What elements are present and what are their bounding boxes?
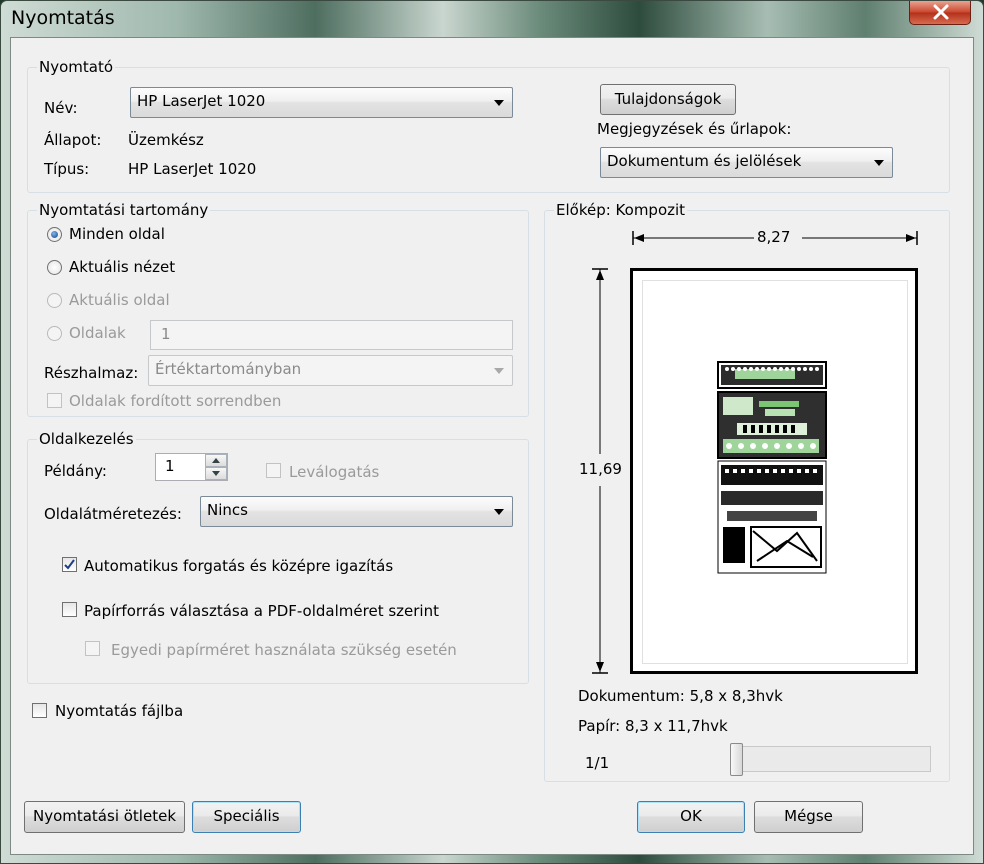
reverse-order-label: Oldalak fordított sorrendben bbox=[69, 392, 282, 410]
copies-value: 1 bbox=[165, 457, 175, 475]
custom-paper-checkbox[interactable] bbox=[85, 641, 100, 656]
autorotate-label[interactable]: Automatikus forgatás és középre igazítás bbox=[84, 557, 393, 575]
subset-combo[interactable]: Értéktartományban bbox=[148, 355, 513, 386]
page-handling-legend: Oldalkezelés bbox=[37, 430, 136, 448]
print-to-file-label[interactable]: Nyomtatás fájlba bbox=[55, 702, 183, 720]
paper-source-label[interactable]: Papírforrás választása a PDF-oldalméret … bbox=[84, 602, 439, 620]
properties-button[interactable]: Tulajdonságok bbox=[600, 84, 736, 115]
collate-checkbox[interactable] bbox=[266, 463, 281, 478]
advanced-button[interactable]: Speciális bbox=[192, 801, 301, 833]
window-title: Nyomtatás bbox=[11, 7, 115, 29]
all-pages-label[interactable]: Minden oldal bbox=[69, 225, 165, 243]
printer-name-label: Név: bbox=[44, 99, 78, 117]
pages-input[interactable]: 1 bbox=[150, 320, 513, 350]
subset-value: Értéktartományban bbox=[155, 360, 302, 378]
chevron-down-icon bbox=[494, 100, 504, 106]
radio-current-view[interactable] bbox=[47, 260, 62, 275]
paper-size: Papír: 8,3 x 11,7hvk bbox=[578, 717, 728, 735]
preview-page bbox=[630, 268, 918, 674]
preview-width-value: 8,27 bbox=[757, 228, 791, 246]
pages-label: Oldalak bbox=[69, 324, 126, 342]
scaling-value: Nincs bbox=[207, 501, 248, 519]
print-dialog-window: Nyomtatás Nyomtató Név: HP LaserJet 1020… bbox=[0, 0, 984, 864]
close-icon bbox=[933, 4, 949, 20]
print-to-file-checkbox[interactable] bbox=[32, 703, 47, 718]
current-view-label[interactable]: Aktuális nézet bbox=[69, 258, 175, 276]
cancel-button[interactable]: Mégse bbox=[754, 801, 863, 833]
copies-label: Példány: bbox=[44, 462, 107, 480]
copies-up-button[interactable] bbox=[205, 454, 227, 467]
checkmark-icon bbox=[64, 559, 75, 570]
radio-current-page[interactable] bbox=[47, 293, 62, 308]
current-page-label: Aktuális oldal bbox=[69, 291, 170, 309]
copies-down-button[interactable] bbox=[205, 467, 227, 480]
printer-status-label: Állapot: bbox=[44, 131, 102, 149]
page-slider-track[interactable] bbox=[730, 746, 931, 772]
arrow-down-icon bbox=[212, 471, 220, 476]
page-counter: 1/1 bbox=[585, 754, 610, 772]
comments-forms-value: Dokumentum és jelölések bbox=[607, 152, 802, 170]
comments-forms-label: Megjegyzések és űrlapok: bbox=[597, 120, 792, 138]
document-size: Dokumentum: 5,8 x 8,3hvk bbox=[578, 687, 783, 705]
ok-button[interactable]: OK bbox=[637, 801, 745, 833]
chevron-down-icon bbox=[494, 509, 504, 515]
collate-label: Leválogatás bbox=[289, 463, 380, 481]
preview-height-value: 11,69 bbox=[579, 460, 622, 478]
radio-all-pages[interactable] bbox=[47, 227, 62, 242]
custom-paper-label: Egyedi papírméret használata szükség ese… bbox=[111, 641, 457, 659]
chevron-down-icon bbox=[494, 368, 504, 374]
radio-pages[interactable] bbox=[47, 326, 62, 341]
close-button[interactable] bbox=[909, 1, 971, 25]
printer-name-combo[interactable]: HP LaserJet 1020 bbox=[130, 87, 513, 118]
scaling-label: Oldalátméretezés: bbox=[44, 505, 182, 523]
page-slider-thumb[interactable] bbox=[730, 743, 743, 776]
dialog-client: Nyomtató Név: HP LaserJet 1020 Állapot: … bbox=[10, 37, 974, 855]
printer-name-value: HP LaserJet 1020 bbox=[137, 92, 266, 110]
comments-forms-combo[interactable]: Dokumentum és jelölések bbox=[600, 147, 893, 178]
printer-legend: Nyomtató bbox=[37, 58, 116, 76]
print-tips-button[interactable]: Nyomtatási ötletek bbox=[24, 801, 185, 833]
paper-source-checkbox[interactable] bbox=[62, 602, 77, 617]
print-range-legend: Nyomtatási tartomány bbox=[37, 201, 211, 219]
subset-label: Részhalmaz: bbox=[44, 364, 139, 382]
scaling-combo[interactable]: Nincs bbox=[200, 496, 513, 527]
printer-type-label: Típus: bbox=[44, 160, 90, 178]
preview-legend: Előkép: Kompozit bbox=[554, 201, 688, 219]
reverse-order-checkbox[interactable] bbox=[47, 393, 62, 408]
autorotate-checkbox[interactable] bbox=[62, 557, 77, 572]
chevron-down-icon bbox=[874, 160, 884, 166]
printer-type-value: HP LaserJet 1020 bbox=[128, 160, 257, 178]
title-bar[interactable]: Nyomtatás bbox=[1, 1, 983, 37]
printer-status-value: Üzemkész bbox=[128, 131, 204, 149]
pcb-layout-image bbox=[717, 361, 827, 574]
arrow-up-icon bbox=[212, 458, 220, 463]
copies-stepper[interactable]: 1 bbox=[155, 453, 228, 481]
